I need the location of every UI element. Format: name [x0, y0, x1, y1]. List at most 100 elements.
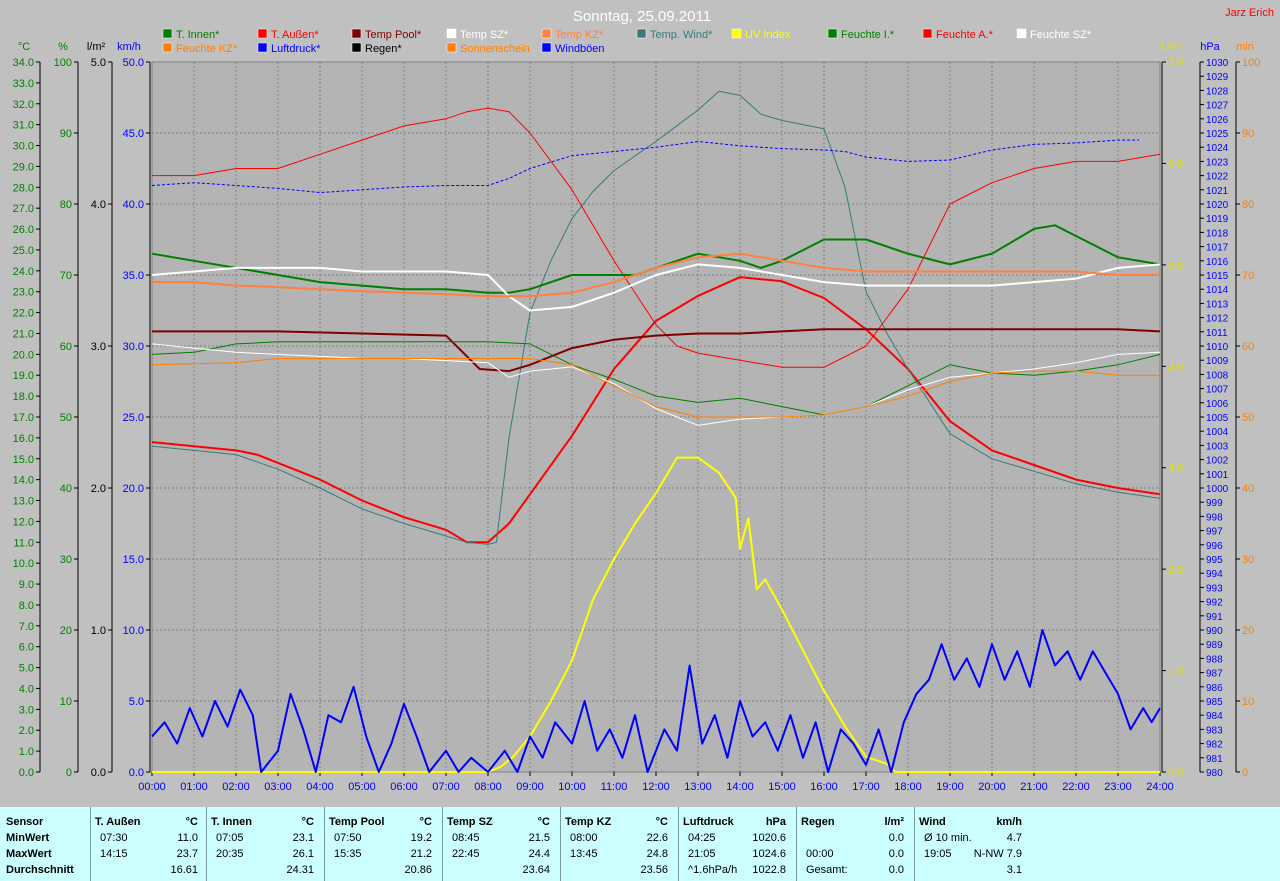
- humidity-axis-tick-label: 80: [60, 199, 72, 211]
- sunshine-axis-tick-label: 80: [1242, 199, 1254, 211]
- temp-axis-tick-label: 29.0: [13, 161, 34, 173]
- x-tick-label: 23:00: [1104, 781, 1132, 793]
- summary-table: Sensor MinWert MaxWert Durchschnitt T. A…: [0, 807, 1280, 881]
- pressure-axis-tick-label: 995: [1206, 555, 1223, 566]
- x-tick-label: 18:00: [894, 781, 922, 793]
- x-tick-label: 00:00: [138, 781, 166, 793]
- temp-axis-tick-label: 2.0: [19, 725, 34, 737]
- x-tick-label: 11:00: [601, 781, 628, 793]
- column-unit: hPa: [765, 816, 786, 828]
- wind-axis-tick-label: 25.0: [123, 412, 144, 424]
- pressure-axis-tick-label: 999: [1206, 498, 1223, 509]
- unit-pressure: hPa: [1200, 41, 1220, 53]
- humidity-axis-tick-label: 70: [60, 270, 72, 282]
- x-tick-label: 15:00: [768, 781, 796, 793]
- pressure-axis-tick-label: 1002: [1206, 456, 1229, 467]
- temp-axis-tick-label: 30.0: [13, 141, 34, 153]
- temp-axis-tick-label: 23.0: [13, 287, 34, 299]
- x-tick-label: 05:00: [348, 781, 376, 793]
- sunshine-axis-tick-label: 40: [1242, 483, 1254, 495]
- humidity-axis-tick-label: 10: [60, 696, 72, 708]
- legend-label: T. Innen*: [176, 29, 220, 41]
- legend-label: T. Außen*: [271, 29, 319, 41]
- wind-axis-tick-label: 15.0: [123, 554, 144, 566]
- temp-axis-tick-label: 6.0: [19, 642, 34, 654]
- cell-value: N-NW 7.9: [973, 848, 1022, 860]
- x-tick-label: 02:00: [222, 781, 250, 793]
- pressure-axis-tick-label: 993: [1206, 583, 1223, 594]
- temp-axis-tick-label: 15.0: [13, 454, 34, 466]
- pressure-axis-tick-label: 1010: [1206, 342, 1229, 353]
- legend-swatch: [636, 28, 647, 39]
- pressure-axis-tick-label: 1000: [1206, 484, 1229, 495]
- x-tick-label: 06:00: [390, 781, 418, 793]
- wind-axis-tick-label: 35.0: [123, 270, 144, 282]
- cell-value: 4.7: [1006, 832, 1022, 844]
- humidity-axis-tick-label: 40: [60, 483, 72, 495]
- x-tick-label: 24:00: [1146, 781, 1174, 793]
- sunshine-axis-tick-label: 60: [1242, 341, 1254, 353]
- pressure-axis-tick-label: 980: [1206, 768, 1223, 779]
- pressure-axis-tick-label: 986: [1206, 683, 1223, 694]
- pressure-axis-tick-label: 981: [1206, 754, 1223, 765]
- cell-value: 11.0: [177, 832, 198, 844]
- legend-swatch: [162, 42, 173, 53]
- column-separator: [442, 807, 443, 881]
- cell-value: 3.1: [1006, 864, 1022, 876]
- wind-axis-tick-label: 45.0: [123, 128, 144, 140]
- pressure-axis-tick-label: 982: [1206, 740, 1223, 751]
- uv-axis-tick-label: 5.0: [1168, 260, 1183, 272]
- legend-swatch: [827, 28, 838, 39]
- temp-axis-tick-label: 19.0: [13, 370, 34, 382]
- column-unit: °C: [301, 816, 314, 828]
- uv-axis-tick-label: 3.0: [1168, 463, 1183, 475]
- temp-axis-tick-label: 8.0: [19, 600, 34, 612]
- temp-axis-tick-label: 4.0: [19, 683, 34, 695]
- x-tick-label: 03:00: [264, 781, 292, 793]
- x-tick-label: 04:00: [306, 781, 334, 793]
- legend-label: Temp. Wind*: [650, 29, 713, 41]
- rain-axis-tick-label: 0.0: [91, 767, 106, 779]
- wind-axis-tick-label: 40.0: [123, 199, 144, 211]
- legend-label: Feuchte I.*: [841, 29, 895, 41]
- uv-axis-tick-label: 4.0: [1168, 361, 1183, 373]
- column-separator: [914, 807, 915, 881]
- pressure-axis-tick-label: 1006: [1206, 399, 1229, 410]
- legend-swatch: [257, 42, 268, 53]
- pressure-axis-tick-label: 1007: [1206, 385, 1229, 396]
- uv-axis-tick-label: 6.0: [1168, 158, 1183, 170]
- pressure-axis-tick-label: 988: [1206, 654, 1223, 665]
- legend-swatch: [351, 42, 362, 53]
- temp-axis-tick-label: 12.0: [13, 516, 34, 528]
- pressure-axis-tick-label: 1029: [1206, 72, 1229, 83]
- pressure-axis-tick-label: 998: [1206, 512, 1223, 523]
- weather-chart: 00:00 01:00 02:00 03:00 04:00 05:00 06:00 07:00…: [0, 0, 1280, 807]
- pressure-axis-tick-label: 1023: [1206, 157, 1229, 168]
- pressure-axis-tick-label: 1004: [1206, 427, 1229, 438]
- sunshine-axis-tick-label: 50: [1242, 412, 1254, 424]
- legend-swatch: [541, 42, 552, 53]
- cell-value: 0.0: [888, 864, 904, 876]
- x-tick-label: 19:00: [936, 781, 964, 793]
- x-tick-label: 08:00: [474, 781, 502, 793]
- sunshine-axis-tick-label: 10: [1242, 696, 1254, 708]
- sunshine-axis-tick-label: 20: [1242, 625, 1254, 637]
- pressure-axis-tick-label: 1018: [1206, 228, 1229, 239]
- column-unit: °C: [655, 816, 668, 828]
- x-tick-label: 22:00: [1062, 781, 1090, 793]
- temp-axis-tick-label: 1.0: [19, 746, 34, 758]
- unit-pct: %: [58, 41, 68, 53]
- legend-label: Sonnenschein: [460, 43, 530, 55]
- pressure-axis-tick-label: 1022: [1206, 172, 1229, 183]
- humidity-axis-tick-label: 20: [60, 625, 72, 637]
- column-separator: [560, 807, 561, 881]
- cell-value: 24.31: [286, 864, 314, 876]
- cell-value: 24.4: [528, 848, 550, 860]
- unit-temp: °C: [18, 41, 30, 53]
- legend-label: Windböen: [555, 43, 605, 55]
- temp-axis-tick-label: 13.0: [13, 496, 34, 508]
- temp-axis-tick-label: 25.0: [13, 245, 34, 257]
- temp-axis-tick-label: 22.0: [13, 308, 34, 320]
- x-tick-label: 16:00: [810, 781, 838, 793]
- sunshine-axis-tick-label: 100: [1242, 57, 1260, 69]
